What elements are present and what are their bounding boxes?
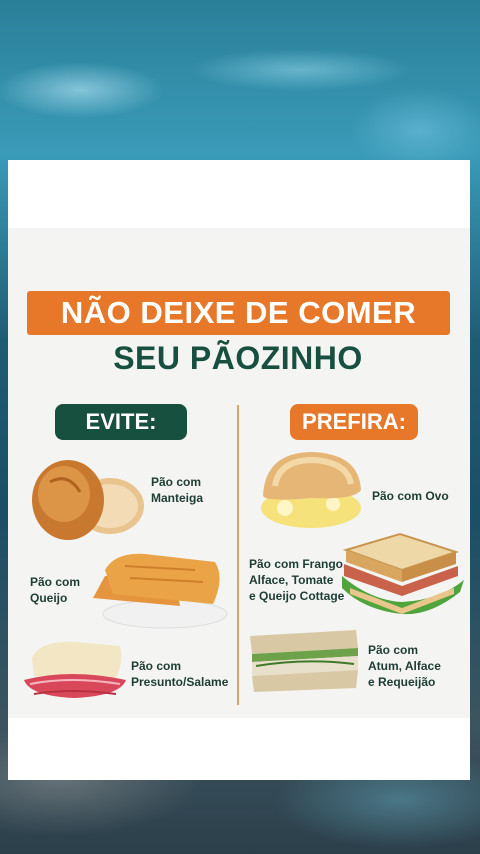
tuna-sandwich-icon — [250, 630, 358, 692]
column-divider — [237, 405, 239, 705]
prefer-item-label: Pão com Atum, Alface e Requeijão — [368, 643, 441, 689]
prefer-item-label: Pão com Frango, Alface, Tomate e Queijo … — [249, 557, 347, 603]
avoid-item-label: Pão com Queijo — [30, 575, 81, 605]
egg-sandwich-icon — [261, 452, 361, 528]
bread-butter-icon — [32, 460, 144, 540]
chicken-sandwich-icon — [342, 532, 464, 615]
avoid-item-label: Pão com Manteiga — [151, 475, 204, 505]
prefer-item-label: Pão com Ovo — [372, 489, 449, 503]
grilled-cheese-icon — [93, 553, 228, 629]
prefer-badge: PREFIRA: — [290, 404, 418, 440]
title-band: NÃO DEIXE DE COMER — [27, 291, 450, 335]
avoid-item-label: Pão com Presunto/Salame — [131, 659, 229, 689]
poster-subtitle: SEU PÃOZINHO — [113, 340, 363, 376]
ham-sandwich-icon — [24, 641, 126, 698]
poster-title: NÃO DEIXE DE COMER — [60, 295, 417, 330]
avoid-badge: EVITE: — [55, 404, 187, 440]
